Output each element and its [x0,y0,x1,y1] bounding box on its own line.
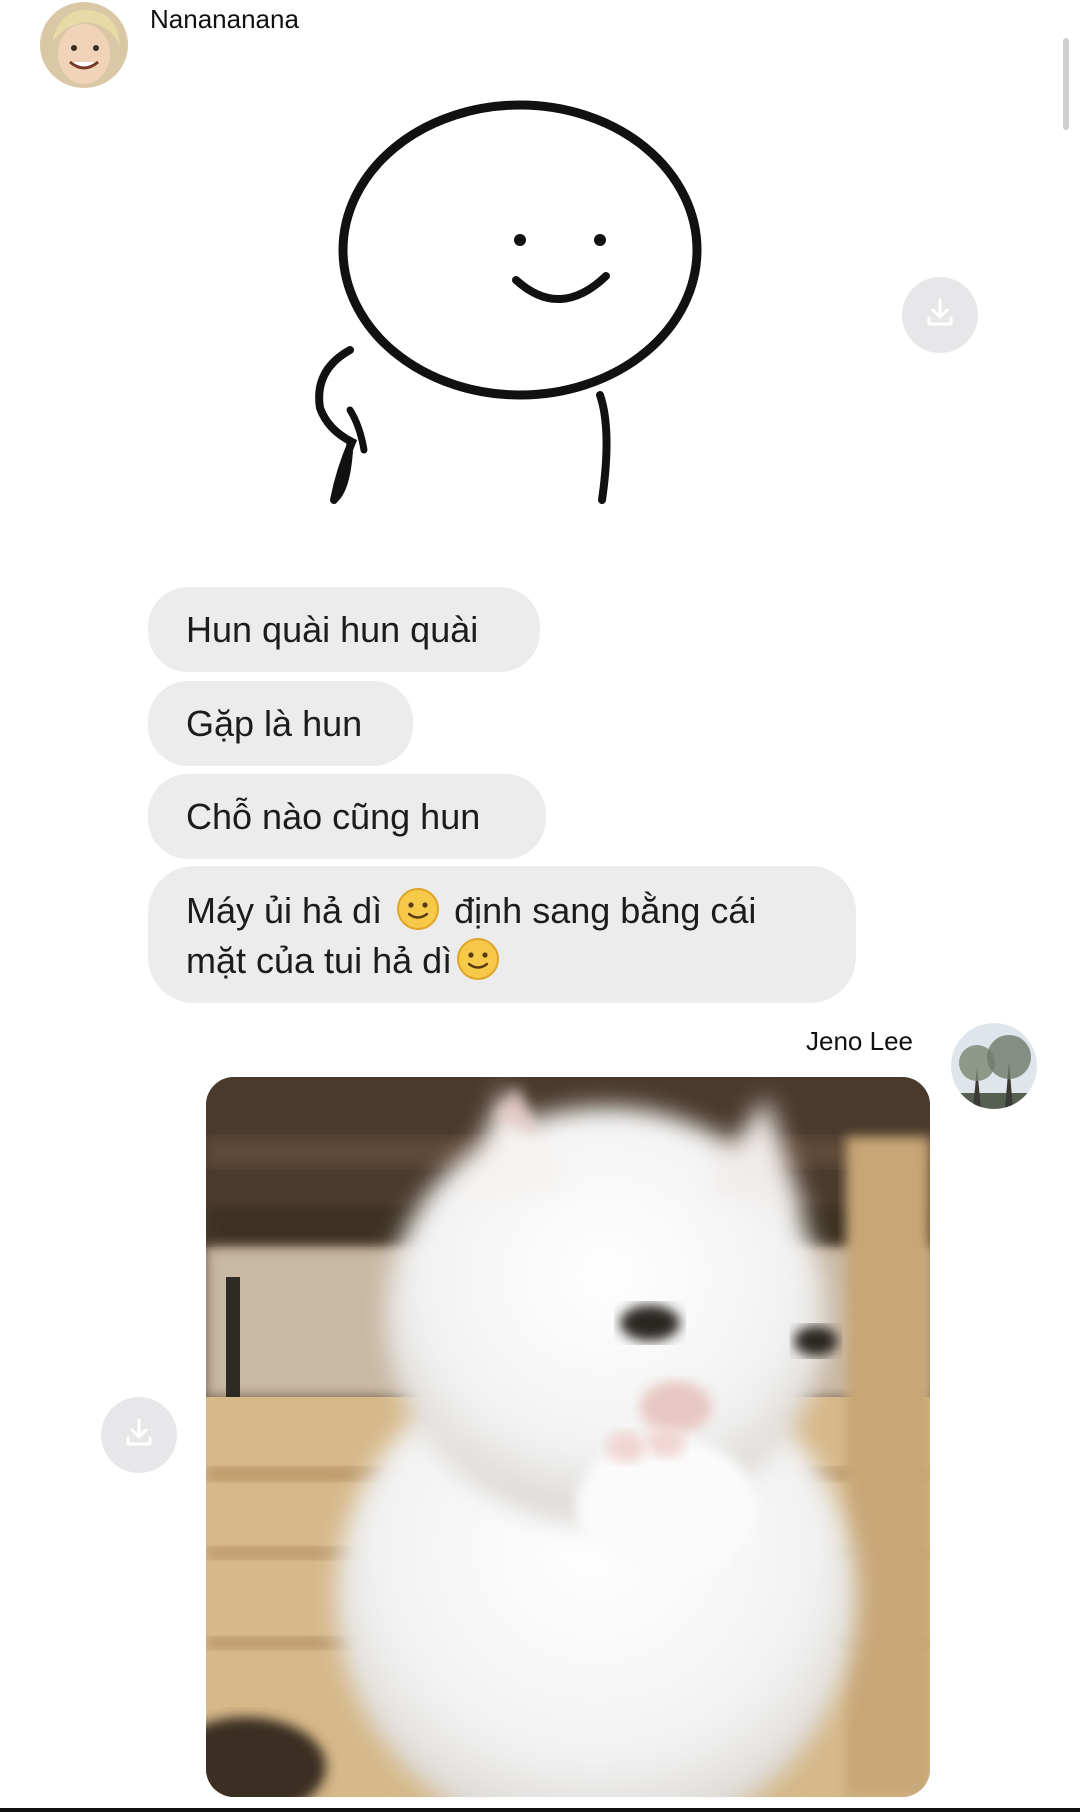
message-bubble[interactable]: Chỗ nào cũng hun [148,774,546,859]
avatar-nanananana[interactable] [40,2,128,88]
message-text: Máy ủi hả dì [186,890,383,931]
slightly-smiling-face-emoji [397,888,440,930]
download-button[interactable] [902,277,978,353]
scrollbar[interactable] [1063,38,1069,130]
sender-name: Nanananana [150,4,299,34]
message-text: định sang bằng cái [454,890,757,931]
message-text: Hun quài hun quài [186,608,479,650]
message-bubble[interactable]: Hun quài hun quài [148,587,540,672]
download-button[interactable] [101,1397,177,1473]
avatar-jeno-lee[interactable] [951,1023,1037,1109]
message-text: mặt của tui hả dì [186,940,453,981]
message-text: Gặp là hun [186,702,363,744]
message-bubble[interactable]: Máy ủi hả dì định sang bằng cái mặt của … [148,866,856,1003]
download-icon [122,1416,156,1455]
bottom-edge-divider [0,1808,1080,1812]
message-bubble[interactable]: Gặp là hun [148,681,413,766]
slightly-smiling-face-emoji [457,938,500,980]
sticker-smiley-character[interactable] [290,100,730,530]
message-line: mặt của tui hả dì [186,936,818,986]
sender-name: Jeno Lee [806,1026,913,1056]
message-line: Máy ủi hả dì định sang bằng cái [186,886,818,936]
message-text: Chỗ nào cũng hun [186,795,481,837]
photo-message-white-kitten[interactable] [206,1077,930,1797]
download-icon [923,296,957,335]
